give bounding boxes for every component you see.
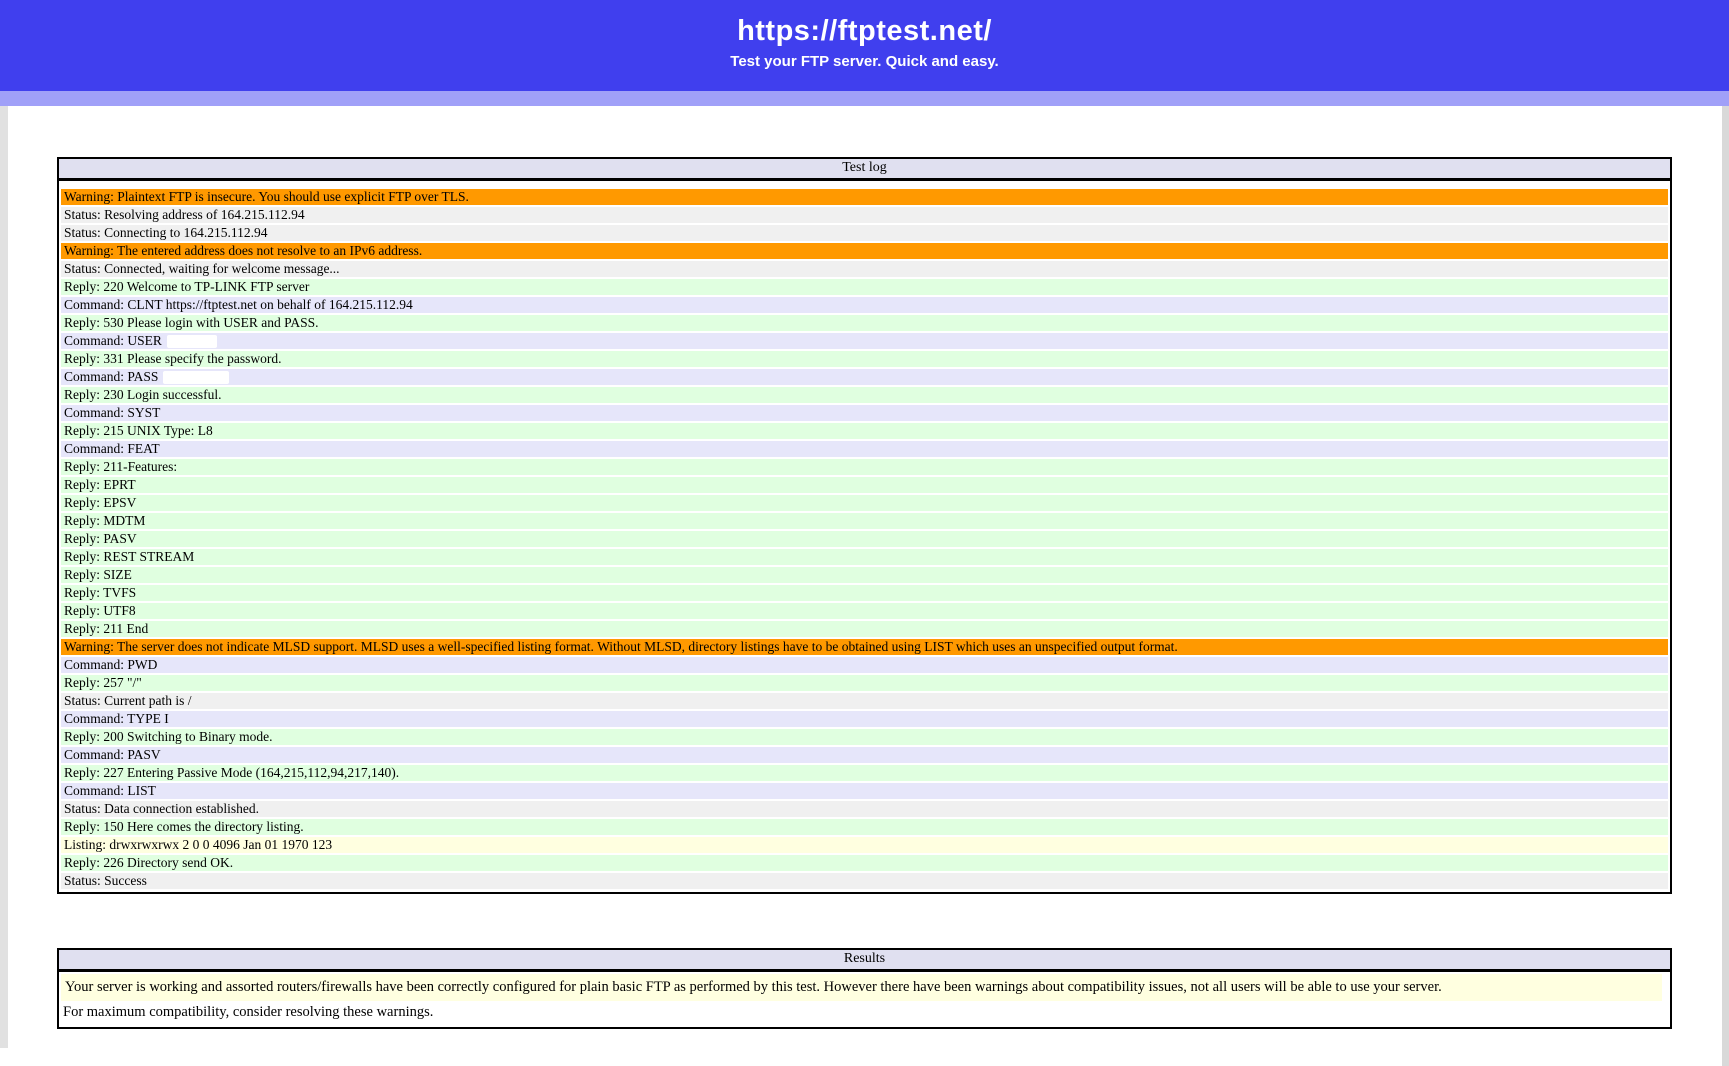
log-row-text: Reply: EPSV <box>64 495 136 510</box>
log-row-text: Reply: REST STREAM <box>64 549 194 564</box>
redacted-credential <box>167 335 217 348</box>
accent-band <box>0 91 1729 106</box>
log-row: Reply: UTF8 <box>61 603 1668 619</box>
page-content: Test log Warning: Plaintext FTP is insec… <box>57 157 1672 1029</box>
log-row: Reply: 226 Directory send OK. <box>61 855 1668 871</box>
test-log-panel: Test log Warning: Plaintext FTP is insec… <box>57 157 1672 894</box>
log-row-text: Reply: MDTM <box>64 513 145 528</box>
log-row: Command: PASV <box>61 747 1668 763</box>
log-row: Reply: 211-Features: <box>61 459 1668 475</box>
log-row: Warning: Plaintext FTP is insecure. You … <box>61 189 1668 205</box>
log-row-text: Status: Resolving address of 164.215.112… <box>64 207 305 222</box>
log-row-text: Status: Connecting to 164.215.112.94 <box>64 225 268 240</box>
log-row: Command: PWD <box>61 657 1668 673</box>
log-row: Status: Resolving address of 164.215.112… <box>61 207 1668 223</box>
log-rows: Warning: Plaintext FTP is insecure. You … <box>59 181 1670 892</box>
log-row-text: Listing: drwxrwxrwx 2 0 0 4096 Jan 01 19… <box>64 837 332 852</box>
log-row: Reply: 331 Please specify the password. <box>61 351 1668 367</box>
log-row-text: Command: USER <box>64 333 162 348</box>
log-row: Status: Data connection established. <box>61 801 1668 817</box>
log-row: Command: TYPE I <box>61 711 1668 727</box>
log-row: Reply: SIZE <box>61 567 1668 583</box>
log-row-text: Command: TYPE I <box>64 711 169 726</box>
log-row-text: Reply: 230 Login successful. <box>64 387 221 402</box>
results-header: Results <box>59 950 1670 972</box>
log-row-text: Command: LIST <box>64 783 156 798</box>
log-row-text: Reply: 227 Entering Passive Mode (164,21… <box>64 765 399 780</box>
log-row: Status: Connected, waiting for welcome m… <box>61 261 1668 277</box>
log-row-text: Reply: 530 Please login with USER and PA… <box>64 315 319 330</box>
log-row-text: Status: Data connection established. <box>64 801 259 816</box>
log-row-text: Command: SYST <box>64 405 160 420</box>
log-row-text: Reply: 331 Please specify the password. <box>64 351 281 366</box>
log-row: Reply: 230 Login successful. <box>61 387 1668 403</box>
log-row-text: Reply: 257 "/" <box>64 675 142 690</box>
log-row: Command: SYST <box>61 405 1668 421</box>
results-panel: Results Your server is working and assor… <box>57 948 1672 1029</box>
results-body: Your server is working and assorted rout… <box>59 972 1670 1027</box>
log-row-text: Reply: 215 UNIX Type: L8 <box>64 423 213 438</box>
log-row: Reply: 150 Here comes the directory list… <box>61 819 1668 835</box>
log-row: Warning: The entered address does not re… <box>61 243 1668 259</box>
log-row-text: Command: FEAT <box>64 441 160 456</box>
log-row: Listing: drwxrwxrwx 2 0 0 4096 Jan 01 19… <box>61 837 1668 853</box>
log-row-text: Status: Current path is / <box>64 693 192 708</box>
log-row-text: Reply: 220 Welcome to TP-LINK FTP server <box>64 279 309 294</box>
log-row: Command: PASS <box>61 369 1668 385</box>
redacted-credential <box>163 371 229 384</box>
log-row: Reply: TVFS <box>61 585 1668 601</box>
log-row: Status: Success <box>61 873 1668 889</box>
log-row-text: Reply: 200 Switching to Binary mode. <box>64 729 273 744</box>
log-row: Command: USER <box>61 333 1668 349</box>
log-row: Reply: 211 End <box>61 621 1668 637</box>
log-row-text: Reply: SIZE <box>64 567 132 582</box>
log-row: Reply: 257 "/" <box>61 675 1668 691</box>
log-row-text: Command: PASV <box>64 747 161 762</box>
log-row-text: Command: PWD <box>64 657 157 672</box>
log-row: Command: FEAT <box>61 441 1668 457</box>
log-row-text: Status: Success <box>64 873 147 888</box>
log-row: Reply: EPSV <box>61 495 1668 511</box>
log-row: Command: LIST <box>61 783 1668 799</box>
log-row-text: Reply: 226 Directory send OK. <box>64 855 233 870</box>
log-row-text: Reply: UTF8 <box>64 603 136 618</box>
log-row: Command: CLNT https://ftptest.net on beh… <box>61 297 1668 313</box>
log-row: Status: Connecting to 164.215.112.94 <box>61 225 1668 241</box>
log-row: Reply: REST STREAM <box>61 549 1668 565</box>
log-row: Reply: PASV <box>61 531 1668 547</box>
log-row: Reply: 227 Entering Passive Mode (164,21… <box>61 765 1668 781</box>
site-subtitle: Test your FTP server. Quick and easy. <box>0 53 1729 70</box>
log-row-text: Reply: 150 Here comes the directory list… <box>64 819 304 834</box>
log-row-text: Reply: 211-Features: <box>64 459 177 474</box>
scrollbar-track[interactable] <box>1722 106 1729 1066</box>
log-row: Warning: The server does not indicate ML… <box>61 639 1668 655</box>
log-row: Reply: 200 Switching to Binary mode. <box>61 729 1668 745</box>
log-row: Reply: MDTM <box>61 513 1668 529</box>
log-row: Reply: EPRT <box>61 477 1668 493</box>
log-row-text: Reply: TVFS <box>64 585 136 600</box>
log-row-text: Warning: The entered address does not re… <box>64 243 422 258</box>
left-edge-strip <box>0 106 8 1048</box>
log-row: Reply: 220 Welcome to TP-LINK FTP server <box>61 279 1668 295</box>
test-log-header: Test log <box>59 159 1670 181</box>
log-row: Reply: 530 Please login with USER and PA… <box>61 315 1668 331</box>
log-row-text: Reply: 211 End <box>64 621 148 636</box>
log-row-text: Warning: Plaintext FTP is insecure. You … <box>64 189 469 204</box>
log-row: Reply: 215 UNIX Type: L8 <box>61 423 1668 439</box>
log-row-text: Reply: EPRT <box>64 477 136 492</box>
log-row-text: Command: PASS <box>64 369 158 384</box>
site-header: https://ftptest.net/ Test your FTP serve… <box>0 0 1729 91</box>
log-row-text: Command: CLNT https://ftptest.net on beh… <box>64 297 413 312</box>
results-note: For maximum compatibility, consider reso… <box>61 1001 1668 1023</box>
log-row-text: Reply: PASV <box>64 531 137 546</box>
site-title: https://ftptest.net/ <box>0 0 1729 48</box>
log-row: Status: Current path is / <box>61 693 1668 709</box>
results-summary: Your server is working and assorted rout… <box>61 974 1662 1001</box>
log-row-text: Warning: The server does not indicate ML… <box>64 639 1178 654</box>
log-row-text: Status: Connected, waiting for welcome m… <box>64 261 340 276</box>
